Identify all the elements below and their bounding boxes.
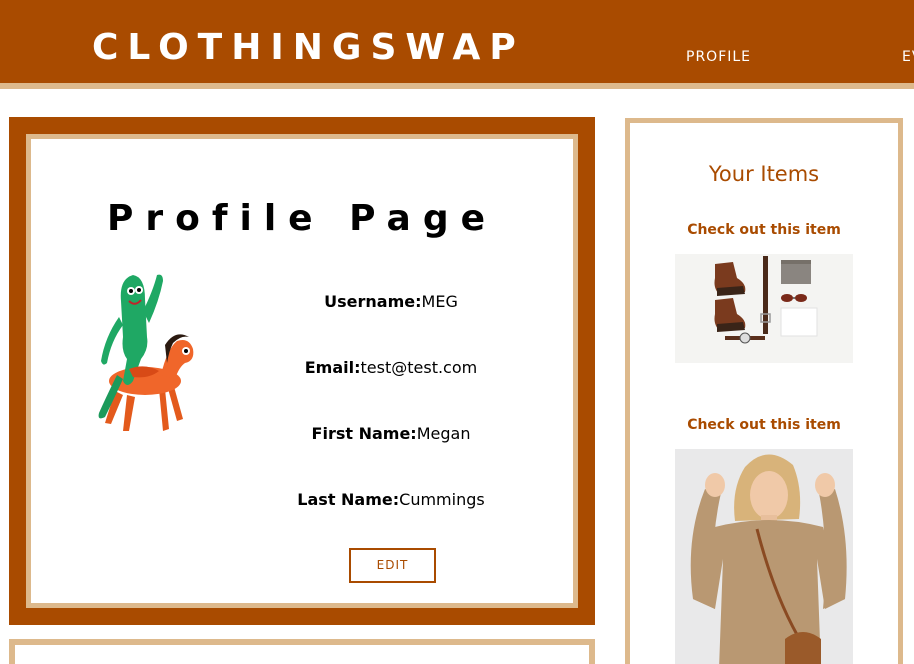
profile-card-body: Profile Page Username:MEG Email:test@tes…	[31, 139, 573, 603]
profile-card: Profile Page Username:MEG Email:test@tes…	[9, 117, 595, 625]
username-row: Username:MEG	[241, 292, 541, 312]
first-name-label: First Name:	[311, 424, 417, 443]
your-items-title: Your Items	[708, 162, 820, 186]
username-value: MEG	[421, 292, 458, 311]
profile-card-border: Profile Page Username:MEG Email:test@tes…	[26, 134, 578, 608]
navbar: CLOTHINGSWAP PROFILE EV	[0, 0, 914, 83]
your-items-panel: Your Items Check out this item Check out…	[625, 118, 903, 664]
secondary-card	[9, 639, 595, 664]
last-name-value: Cummings	[399, 490, 485, 509]
last-name-label: Last Name:	[297, 490, 400, 509]
avatar	[98, 274, 194, 431]
nav-link-profile[interactable]: PROFILE	[686, 49, 751, 65]
page-title: Profile Page	[106, 198, 498, 239]
brand-logo[interactable]: CLOTHINGSWAP	[92, 28, 525, 68]
username-label: Username:	[324, 292, 422, 311]
boots-flatlay-image	[675, 254, 853, 363]
email-label: Email:	[304, 358, 361, 377]
item-link[interactable]: Check out this item	[630, 416, 898, 434]
last-name-row: Last Name:Cummings	[241, 490, 541, 510]
sweater-model-image	[675, 449, 853, 664]
email-value: test@test.com	[360, 358, 478, 377]
first-name-value: Megan	[416, 424, 471, 443]
edit-button[interactable]: EDIT	[349, 548, 436, 583]
secondary-card-body	[15, 645, 589, 664]
item-link[interactable]: Check out this item	[630, 221, 898, 239]
email-row: Email:test@test.com	[241, 358, 541, 378]
item-image[interactable]	[675, 449, 853, 664]
first-name-row: First Name:Megan	[241, 424, 541, 444]
item-image[interactable]	[675, 254, 853, 363]
navbar-underline	[0, 83, 914, 89]
nav-link-events[interactable]: EV	[902, 49, 914, 65]
